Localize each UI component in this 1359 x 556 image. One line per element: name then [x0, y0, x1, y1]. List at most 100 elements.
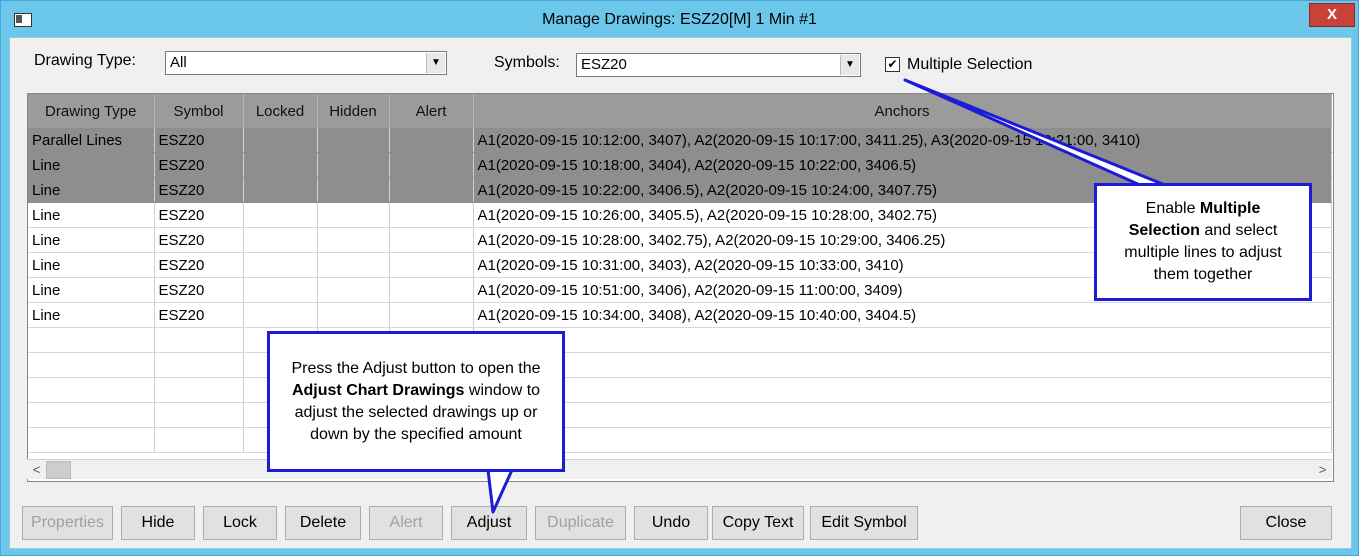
cell-hidden	[317, 302, 390, 328]
delete-button[interactable]: Delete	[285, 506, 361, 540]
multiple-selection-checkbox[interactable]: ✔	[885, 57, 900, 72]
cell-locked	[243, 152, 318, 178]
cell-locked	[243, 277, 318, 303]
empty-cell	[28, 402, 155, 428]
drawing-type-dropdown[interactable]: All ▼	[165, 51, 447, 75]
cell-alert	[389, 277, 474, 303]
empty-table-row	[28, 427, 1332, 453]
empty-cell	[28, 327, 155, 353]
cell-alert	[389, 302, 474, 328]
cell-hidden	[317, 277, 390, 303]
cell-locked	[243, 252, 318, 278]
cell-drawing-type: Line	[28, 152, 155, 178]
cell-hidden	[317, 227, 390, 253]
adjust-callout: Press the Adjust button to open the Adju…	[267, 331, 565, 472]
horizontal-scrollbar[interactable]: < >	[27, 459, 1332, 479]
cell-hidden	[317, 128, 390, 153]
alert-button[interactable]: Alert	[369, 506, 443, 540]
empty-cell	[473, 427, 1332, 453]
edit-symbol-button[interactable]: Edit Symbol	[810, 506, 918, 540]
scroll-left-icon[interactable]: <	[28, 460, 45, 479]
dropdown-arrow-icon[interactable]: ▼	[840, 55, 859, 75]
cell-locked	[243, 177, 318, 203]
empty-cell	[154, 327, 244, 353]
callout-text: Enable	[1145, 200, 1200, 217]
cell-symbol: ESZ20	[154, 302, 244, 328]
cell-hidden	[317, 152, 390, 178]
hide-button[interactable]: Hide	[121, 506, 195, 540]
cell-alert	[389, 227, 474, 253]
cell-drawing-type: Line	[28, 302, 155, 328]
cell-symbol: ESZ20	[154, 177, 244, 203]
cell-hidden	[317, 252, 390, 278]
cell-locked	[243, 128, 318, 153]
table-row[interactable]: Line ESZ20 A1(2020-09-15 10:34:00, 3408), …	[28, 302, 1332, 328]
cell-anchors: A1(2020-09-15 10:34:00, 3408), A2(2020-0…	[473, 302, 1332, 328]
cell-anchors: A1(2020-09-15 10:18:00, 3404), A2(2020-0…	[473, 152, 1332, 178]
cell-drawing-type: Line	[28, 177, 155, 203]
empty-cell	[473, 352, 1332, 378]
cell-alert	[389, 128, 474, 153]
cell-alert	[389, 177, 474, 203]
window-title: Manage Drawings: ESZ20[M] 1 Min #1	[542, 11, 817, 28]
scrollbar-thumb[interactable]	[46, 461, 71, 479]
title-bar[interactable]: Manage Drawings: ESZ20[M] 1 Min #1 X	[1, 1, 1358, 37]
column-header-drawing-type[interactable]: Drawing Type	[28, 94, 155, 128]
adjust-button[interactable]: Adjust	[451, 506, 527, 540]
table-row[interactable]: Line ESZ20 A1(2020-09-15 10:18:00, 3404), …	[28, 152, 1332, 178]
cell-drawing-type: Line	[28, 277, 155, 303]
multiple-selection-label[interactable]: Multiple Selection	[907, 56, 1032, 74]
empty-table-row	[28, 402, 1332, 428]
lock-button[interactable]: Lock	[203, 506, 277, 540]
cell-drawing-type: Parallel Lines	[28, 128, 155, 153]
cell-drawing-type: Line	[28, 227, 155, 253]
symbols-label: Symbols:	[494, 54, 560, 71]
empty-cell	[28, 427, 155, 453]
checkbox-check-icon: ✔	[887, 57, 898, 71]
callout-text: Press the Adjust button to open the	[291, 359, 541, 377]
cell-hidden	[317, 202, 390, 228]
undo-button[interactable]: Undo	[634, 506, 708, 540]
cell-symbol: ESZ20	[154, 277, 244, 303]
table-row[interactable]: Parallel Lines ESZ20 A1(2020-09-15 10:12:0…	[28, 128, 1332, 153]
close-window-button[interactable]: X	[1309, 3, 1355, 27]
cell-anchors: A1(2020-09-15 10:12:00, 3407), A2(2020-0…	[473, 128, 1332, 153]
duplicate-button[interactable]: Duplicate	[535, 506, 626, 540]
cell-locked	[243, 202, 318, 228]
cell-symbol: ESZ20	[154, 227, 244, 253]
column-header-alert[interactable]: Alert	[389, 94, 474, 128]
empty-cell	[473, 377, 1332, 403]
column-header-hidden[interactable]: Hidden	[317, 94, 390, 128]
callout-bold-text: Adjust Chart Drawings	[291, 381, 465, 399]
column-header-anchors[interactable]: Anchors	[473, 94, 1332, 128]
close-icon: X	[1326, 6, 1337, 23]
cell-locked	[243, 302, 318, 328]
empty-cell	[28, 352, 155, 378]
multiple-selection-callout: Enable Multiple Selection and select mul…	[1094, 183, 1312, 301]
column-header-symbol[interactable]: Symbol	[154, 94, 244, 128]
cell-drawing-type: Line	[28, 252, 155, 278]
drawing-type-value: All	[170, 54, 187, 71]
cell-locked	[243, 227, 318, 253]
cell-symbol: ESZ20	[154, 202, 244, 228]
cell-symbol: ESZ20	[154, 252, 244, 278]
cell-hidden	[317, 177, 390, 203]
cell-drawing-type: Line	[28, 202, 155, 228]
copy-text-button[interactable]: Copy Text	[712, 506, 804, 540]
properties-button[interactable]: Properties	[22, 506, 113, 540]
scroll-right-icon[interactable]: >	[1314, 460, 1331, 479]
empty-cell	[154, 402, 244, 428]
empty-cell	[154, 427, 244, 453]
dropdown-arrow-icon[interactable]: ▼	[426, 53, 445, 73]
empty-cell	[473, 327, 1332, 353]
column-header-locked[interactable]: Locked	[243, 94, 318, 128]
cell-alert	[389, 152, 474, 178]
empty-cell	[154, 352, 244, 378]
close-button[interactable]: Close	[1240, 506, 1332, 540]
cell-symbol: ESZ20	[154, 152, 244, 178]
symbols-dropdown[interactable]: ESZ20 ▼	[576, 53, 861, 77]
cell-symbol: ESZ20	[154, 128, 244, 153]
empty-table-row	[28, 327, 1332, 353]
table-header-row: Drawing Type Symbol Locked Hidden Alert …	[28, 94, 1332, 128]
empty-table-row	[28, 377, 1332, 403]
